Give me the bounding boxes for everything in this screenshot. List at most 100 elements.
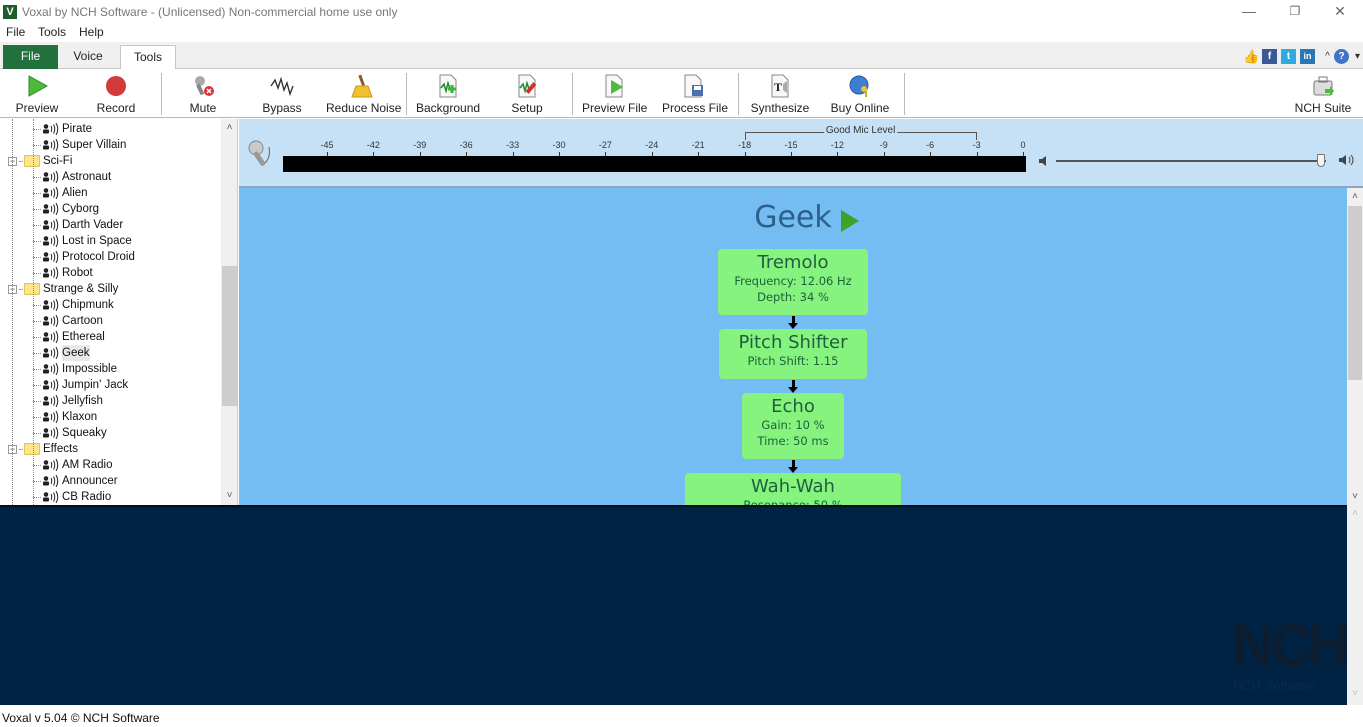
bypass-waveform-icon xyxy=(270,76,294,97)
tree-connector xyxy=(33,177,41,178)
tree-connector xyxy=(33,145,41,146)
meter-tick-label: -36 xyxy=(459,140,473,150)
tree-voice-label: Jellyfish xyxy=(62,395,103,407)
effect-box[interactable]: Wah-Wah Resonance: 50 % xyxy=(685,473,901,505)
tree-connector xyxy=(33,225,41,226)
tree-voice-label: Impossible xyxy=(62,363,117,375)
buy-online-button[interactable]: Buy Online xyxy=(830,69,890,118)
help-icon[interactable]: ? xyxy=(1334,49,1349,64)
tree-scrollbar[interactable]: ˄ ˅ xyxy=(221,119,237,505)
tree-scroll-up[interactable]: ˄ xyxy=(221,119,237,136)
tree-connector xyxy=(33,481,41,482)
setup-button[interactable]: Setup xyxy=(504,69,550,118)
tree-folder-label: Effects xyxy=(43,443,78,455)
preview-file-icon xyxy=(605,74,623,98)
voice-icon xyxy=(43,427,59,439)
tree-connector xyxy=(33,369,41,370)
bypass-button[interactable]: Bypass xyxy=(256,69,308,118)
tree-connector xyxy=(33,433,41,434)
toolbar-separator xyxy=(161,73,162,115)
globe-key-icon xyxy=(849,75,869,97)
tree-connector xyxy=(33,209,41,210)
menu-tools[interactable]: Tools xyxy=(38,25,66,39)
tree-scroll-down[interactable]: ˅ xyxy=(221,487,237,504)
linkedin-icon[interactable]: in xyxy=(1300,49,1315,64)
toolbar-separator xyxy=(904,73,905,115)
effect-box[interactable]: Tremolo Frequency: 12.06 Hz Depth: 34 % xyxy=(718,249,868,315)
setup-label: Setup xyxy=(511,101,543,115)
close-button[interactable]: ✕ xyxy=(1317,0,1363,24)
meter-tick-label: -45 xyxy=(320,140,334,150)
mute-button[interactable]: Mute xyxy=(178,69,228,118)
volume-slider-track[interactable] xyxy=(1056,160,1326,162)
mute-label: Mute xyxy=(189,101,217,115)
bypass-label: Bypass xyxy=(262,101,302,115)
tab-tools[interactable]: Tools xyxy=(120,45,176,70)
tree-scroll-thumb[interactable] xyxy=(222,266,237,406)
preview-button[interactable]: Preview xyxy=(8,69,66,118)
reduce-noise-button[interactable]: Reduce Noise xyxy=(326,69,401,118)
chain-arrow-icon xyxy=(788,380,798,393)
tree-connector xyxy=(33,257,41,258)
toolbar-separator xyxy=(572,73,573,115)
voice-icon xyxy=(43,491,59,503)
tab-voice[interactable]: Voice xyxy=(58,45,118,69)
meter-tick-label: -30 xyxy=(552,140,566,150)
record-button[interactable]: Record xyxy=(88,69,144,118)
voice-icon xyxy=(43,203,59,215)
collapse-ribbon-icon[interactable]: ^ xyxy=(1320,49,1335,64)
background-button[interactable]: Background xyxy=(416,69,480,118)
effect-box[interactable]: Echo Gain: 10 % Time: 50 ms xyxy=(742,393,844,459)
preview-file-button[interactable]: Preview File xyxy=(582,69,647,118)
menu-file[interactable]: File xyxy=(6,25,25,39)
volume-slider-thumb[interactable] xyxy=(1316,154,1325,167)
tree-voice-label: Cartoon xyxy=(62,315,103,327)
window-title: Voxal by NCH Software - (Unlicensed) Non… xyxy=(22,5,398,19)
menu-help[interactable]: Help xyxy=(79,25,104,39)
background-file-icon xyxy=(439,74,457,98)
output-scrollbar[interactable]: ˄ ˅ xyxy=(1347,505,1363,705)
voice-icon xyxy=(43,235,59,247)
voice-icon xyxy=(43,379,59,391)
mic-level-meter xyxy=(283,156,1026,172)
minimize-button[interactable]: — xyxy=(1226,0,1272,24)
tree-connector xyxy=(12,119,13,505)
effect-box[interactable]: Pitch Shifter Pitch Shift: 1.15 xyxy=(719,329,867,379)
play-icon xyxy=(28,75,49,97)
toolbar-separator xyxy=(738,73,739,115)
effect-name: Tremolo xyxy=(757,252,829,273)
nch-suite-button[interactable]: NCH Suite xyxy=(1294,69,1352,118)
tree-voice-label: Ethereal xyxy=(62,331,105,343)
twitter-icon[interactable]: t xyxy=(1281,49,1296,64)
maximize-button[interactable]: ❐ xyxy=(1272,0,1318,24)
tree-connector xyxy=(33,401,41,402)
synthesize-icon: T xyxy=(771,74,789,98)
tab-file[interactable]: File xyxy=(3,45,58,69)
nch-suite-label: NCH Suite xyxy=(1294,101,1352,115)
mute-mic-icon xyxy=(195,76,214,96)
synthesize-button[interactable]: T Synthesize xyxy=(750,69,810,118)
tree-connector xyxy=(33,321,41,322)
tree-connector xyxy=(33,273,41,274)
output-scroll-up[interactable]: ˄ xyxy=(1347,505,1363,522)
help-dropdown-icon[interactable]: ▾ xyxy=(1350,49,1363,64)
like-icon[interactable]: 👍 xyxy=(1243,49,1259,64)
effect-name: Pitch Shifter xyxy=(738,332,848,353)
play-voice-icon[interactable] xyxy=(841,210,859,232)
meter-tick-label: -42 xyxy=(366,140,380,150)
voice-icon xyxy=(43,171,59,183)
tree-voice-label: Astronaut xyxy=(62,171,112,183)
canvas-scrollbar[interactable]: ˄ ˅ xyxy=(1347,188,1363,505)
tree-connector xyxy=(19,289,23,290)
process-file-button[interactable]: Process File xyxy=(662,69,728,118)
canvas-scroll-thumb[interactable] xyxy=(1348,206,1362,380)
facebook-icon[interactable]: f xyxy=(1262,49,1277,64)
canvas-scroll-down[interactable]: ˅ xyxy=(1347,488,1363,505)
background-label: Background xyxy=(416,101,481,115)
tree-voice-label: Pirate xyxy=(62,123,93,135)
output-scroll-down[interactable]: ˅ xyxy=(1347,685,1363,702)
tree-voice-label: Jumpin' Jack xyxy=(62,379,129,391)
canvas-scroll-up[interactable]: ˄ xyxy=(1347,188,1363,205)
tree-connector xyxy=(33,119,34,505)
voice-icon xyxy=(43,123,59,135)
